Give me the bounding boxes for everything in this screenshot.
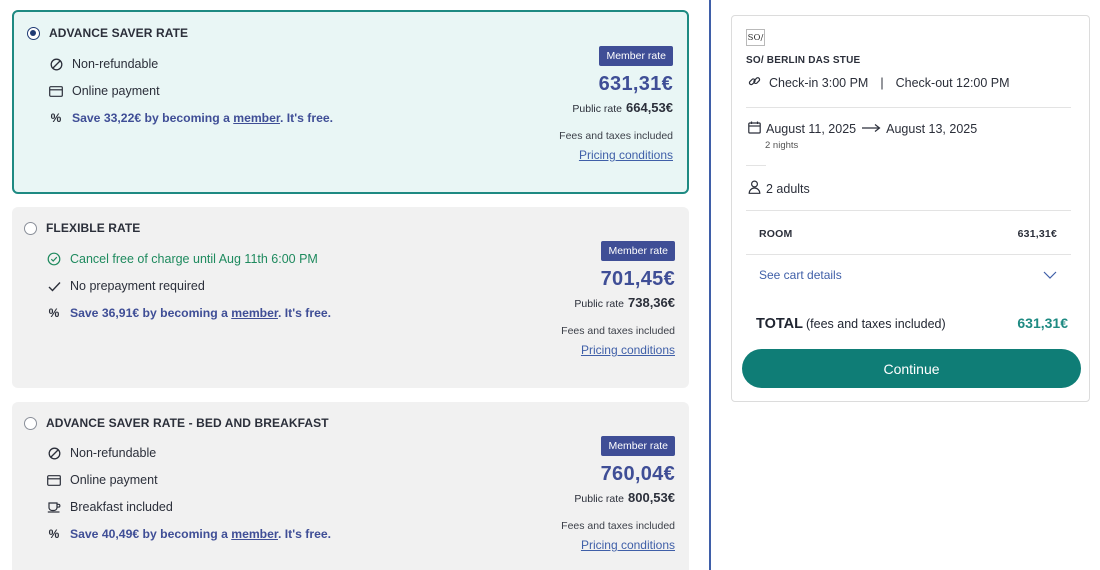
feature-label: Cancel free of charge until Aug 11th 6:0… — [70, 252, 318, 266]
total-label-group: TOTAL (fees and taxes included) — [756, 316, 946, 332]
chevron-down-icon[interactable] — [1043, 268, 1057, 282]
fees-note: Fees and taxes included — [559, 130, 673, 142]
member-savings: % Save 40,49€ by becoming a member. It's… — [47, 527, 331, 541]
divider — [746, 107, 1071, 108]
stay-dates: August 11, 2025 August 13, 2025 — [748, 121, 977, 137]
member-link[interactable]: member — [231, 527, 278, 541]
feature-free-cancellation: Cancel free of charge until Aug 11th 6:0… — [47, 252, 318, 266]
feature-no-prepayment: No prepayment required — [47, 279, 205, 293]
member-rate-badge: Member rate — [601, 241, 675, 261]
total-value: 631,31€ — [1017, 315, 1068, 331]
checkout-time: Check-out 12:00 PM — [895, 76, 1010, 90]
feature-non-refundable: Non-refundable — [47, 446, 156, 460]
feature-label: Online payment — [72, 84, 160, 98]
public-rate: Public rate 800,53€ — [574, 490, 675, 505]
feature-breakfast: Breakfast included — [47, 500, 173, 514]
public-rate: Public rate 738,36€ — [574, 295, 675, 310]
member-link[interactable]: member — [233, 111, 280, 125]
member-rate-badge: Member rate — [601, 436, 675, 456]
fees-note: Fees and taxes included — [561, 520, 675, 532]
member-price: 631,31€ — [598, 73, 673, 95]
no-entry-icon — [47, 446, 61, 460]
price-column: Member rate 760,04€ Public rate 800,53€ F… — [561, 436, 675, 552]
room-price: 631,31€ — [1017, 228, 1057, 240]
price-column: Member rate 631,31€ Public rate 664,53€ F… — [559, 46, 673, 162]
radio-unselected-icon[interactable] — [24, 416, 37, 430]
feature-label: Online payment — [70, 473, 158, 487]
member-link[interactable]: member — [231, 306, 278, 320]
savings-text: Save 33,22€ by becoming a member. It's f… — [72, 111, 334, 125]
feature-non-refundable: Non-refundable — [49, 57, 158, 71]
calendar-icon — [748, 121, 761, 137]
coffee-cup-icon — [47, 500, 61, 514]
room-label: ROOM — [759, 228, 793, 240]
rate-header[interactable]: FLEXIBLE RATE — [24, 221, 140, 235]
credit-card-icon — [49, 84, 63, 98]
checkin-time: Check-in 3:00 PM — [769, 76, 869, 90]
guests: 2 adults — [748, 180, 810, 197]
rate-header[interactable]: ADVANCE SAVER RATE - BED AND BREAKFAST — [24, 416, 329, 430]
column-divider — [709, 0, 711, 570]
see-cart-details[interactable]: See cart details — [759, 268, 1057, 282]
feature-online-payment: Online payment — [49, 84, 160, 98]
date-to: August 13, 2025 — [886, 122, 978, 136]
percent-icon: % — [48, 306, 60, 320]
feature-label: No prepayment required — [70, 279, 205, 293]
separator: | — [880, 76, 884, 90]
total-line: TOTAL (fees and taxes included) 631,31€ — [756, 315, 1068, 333]
public-rate: Public rate 664,53€ — [572, 100, 673, 115]
nights-count: 2 nights — [765, 140, 799, 151]
price-column: Member rate 701,45€ Public rate 738,36€ F… — [561, 241, 675, 357]
credit-card-icon — [47, 473, 61, 487]
person-icon — [748, 180, 761, 197]
radio-selected-icon[interactable] — [27, 26, 40, 40]
hotel-name: SO/ BERLIN DAS STUE — [746, 55, 861, 66]
feature-label: Breakfast included — [70, 500, 173, 514]
no-entry-icon — [49, 57, 63, 71]
room-line: ROOM 631,31€ — [759, 228, 1057, 240]
guests-label: 2 adults — [766, 181, 810, 196]
member-price: 701,45€ — [600, 268, 675, 290]
link-icon — [748, 75, 761, 91]
fees-note: Fees and taxes included — [561, 325, 675, 337]
arrow-right-icon — [861, 122, 881, 136]
divider — [746, 165, 766, 166]
date-from: August 11, 2025 — [766, 122, 857, 136]
member-savings: % Save 36,91€ by becoming a member. It's… — [47, 306, 331, 320]
feature-label: Non-refundable — [70, 446, 157, 460]
booking-summary: SO/ SO/ BERLIN DAS STUE Check-in 3:00 PM… — [731, 15, 1090, 402]
savings-text: Save 36,91€ by becoming a member. It's f… — [70, 306, 332, 320]
hotel-logo: SO/ — [746, 29, 765, 46]
rate-title: FLEXIBLE RATE — [46, 221, 141, 235]
cart-details-label[interactable]: See cart details — [759, 268, 842, 282]
pricing-conditions-link[interactable]: Pricing conditions — [561, 343, 675, 357]
divider — [746, 254, 1071, 255]
checkin-checkout: Check-in 3:00 PM | Check-out 12:00 PM — [748, 75, 1010, 91]
member-price: 760,04€ — [600, 463, 675, 485]
member-rate-badge: Member rate — [599, 46, 673, 66]
radio-unselected-icon[interactable] — [24, 221, 37, 235]
member-savings: % Save 33,22€ by becoming a member. It's… — [49, 111, 333, 125]
rate-card-bed-and-breakfast[interactable]: ADVANCE SAVER RATE - BED AND BREAKFAST N… — [12, 402, 689, 570]
feature-online-payment: Online payment — [47, 473, 158, 487]
continue-button[interactable]: Continue — [742, 349, 1081, 388]
rate-card-advance-saver[interactable]: ADVANCE SAVER RATE Non-refundable Online… — [12, 10, 689, 194]
divider — [746, 210, 1071, 211]
rate-title: ADVANCE SAVER RATE - BED AND BREAKFAST — [46, 416, 329, 430]
pricing-conditions-link[interactable]: Pricing conditions — [559, 148, 673, 162]
rate-title: ADVANCE SAVER RATE — [49, 26, 189, 40]
feature-label: Non-refundable — [72, 57, 159, 71]
pricing-conditions-link[interactable]: Pricing conditions — [561, 538, 675, 552]
rate-card-flexible[interactable]: FLEXIBLE RATE Cancel free of charge unti… — [12, 207, 689, 388]
check-circle-icon — [47, 252, 61, 266]
checkmark-icon — [47, 279, 61, 293]
percent-icon: % — [48, 527, 60, 541]
savings-text: Save 40,49€ by becoming a member. It's f… — [70, 527, 332, 541]
rate-header[interactable]: ADVANCE SAVER RATE — [27, 26, 188, 40]
percent-icon: % — [50, 111, 62, 125]
rate-list: ADVANCE SAVER RATE Non-refundable Online… — [0, 0, 700, 570]
